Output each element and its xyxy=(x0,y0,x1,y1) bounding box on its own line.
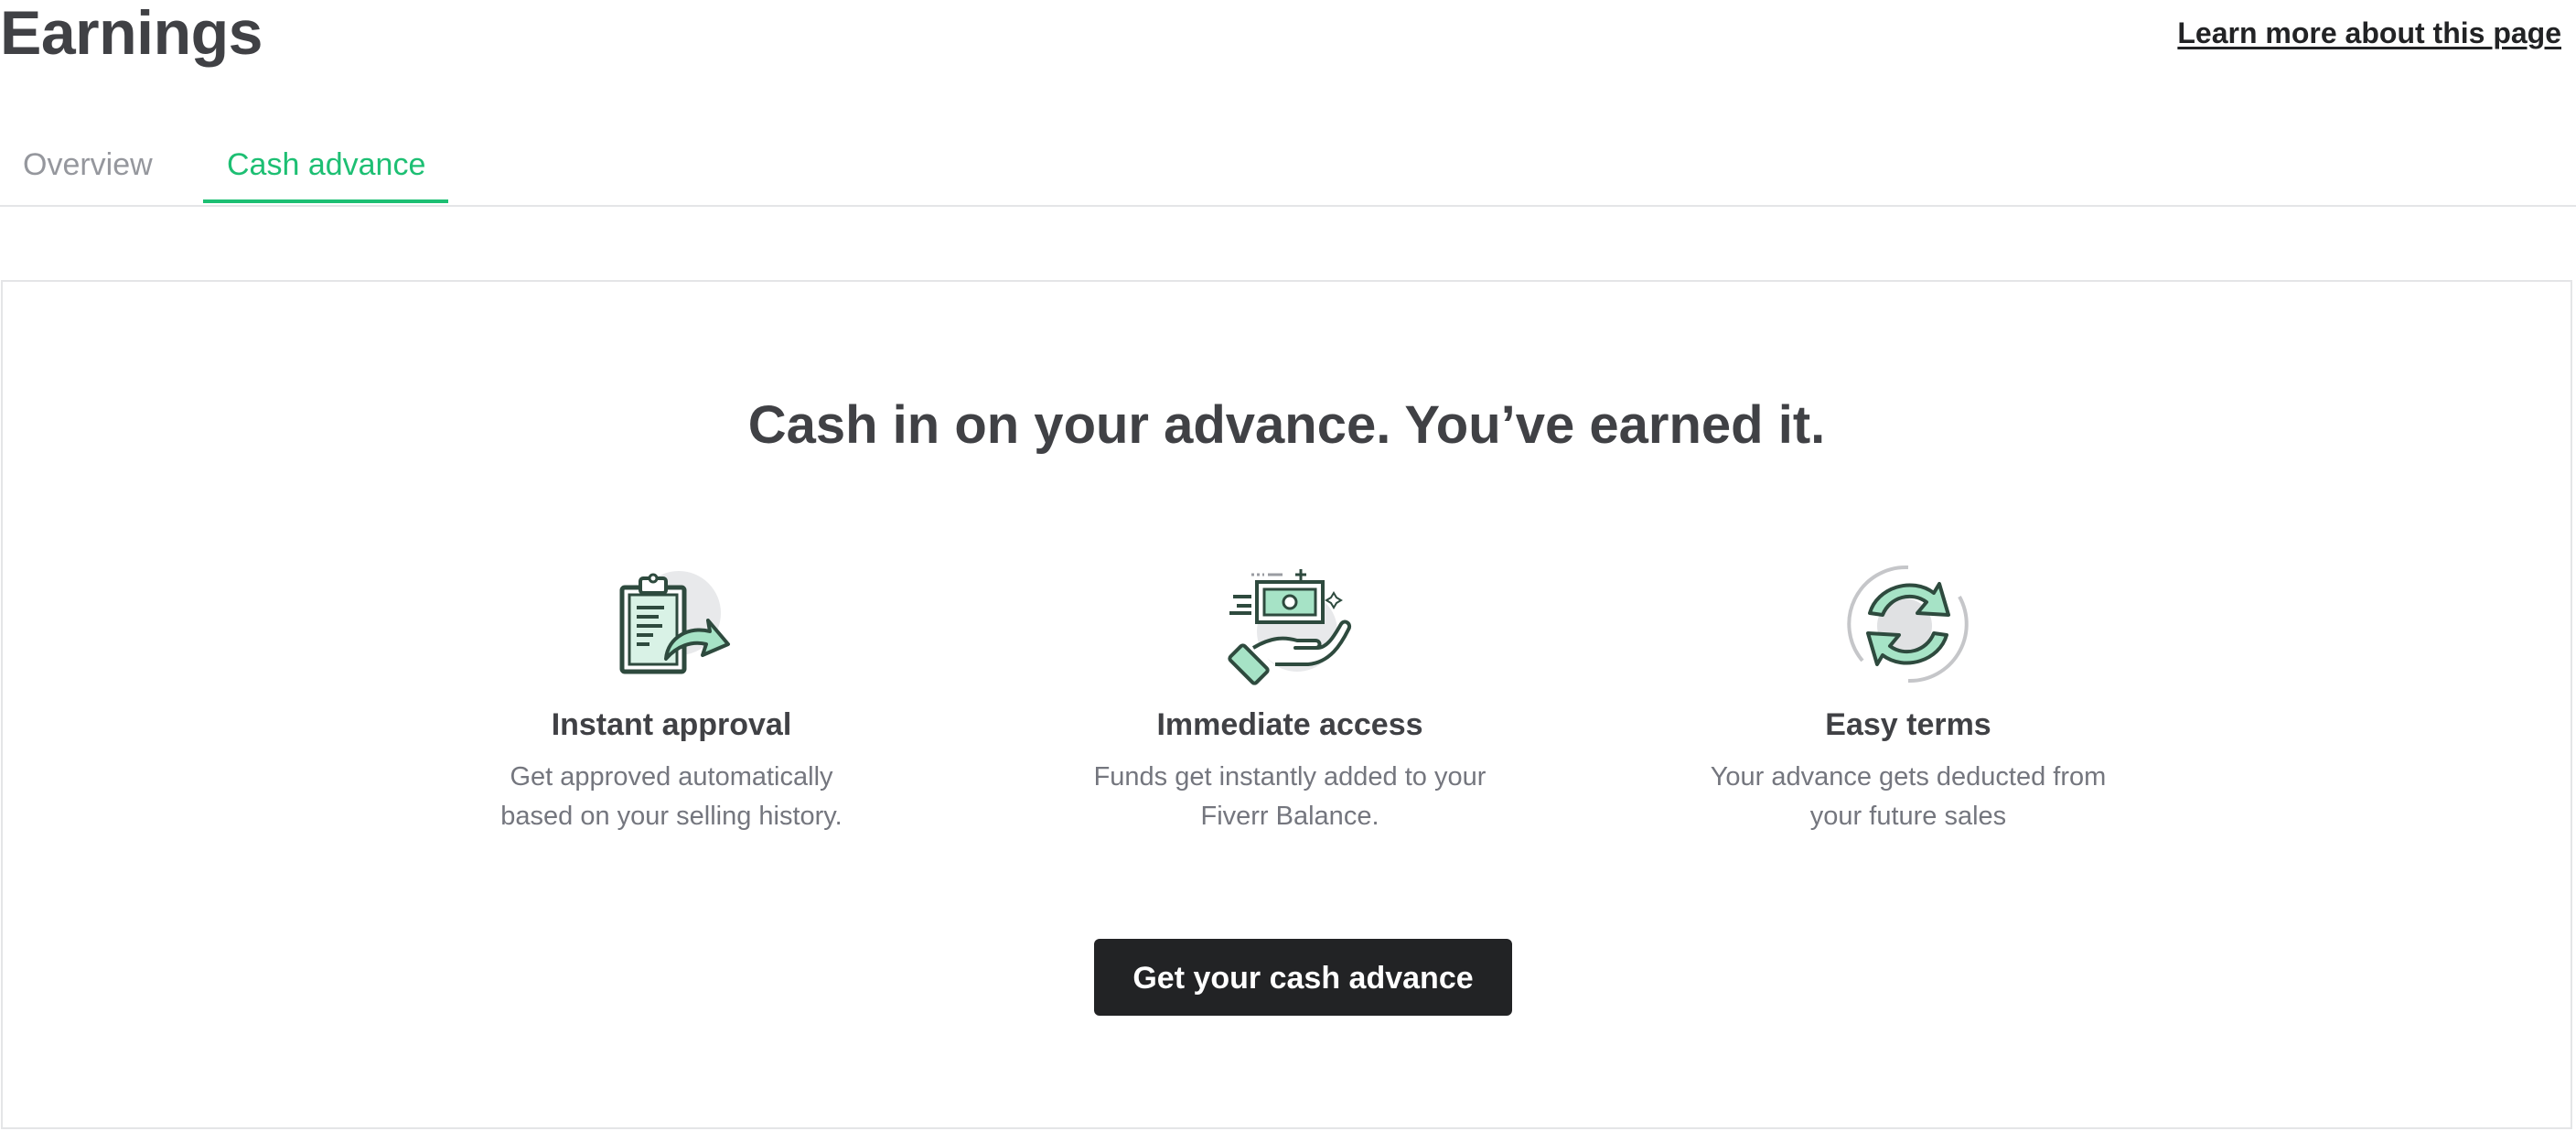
refresh-cycle-icon xyxy=(1844,560,1972,688)
get-cash-advance-button[interactable]: Get your cash advance xyxy=(1094,939,1512,1016)
tab-bar: Overview Cash advance xyxy=(0,128,2576,207)
hand-cash-icon xyxy=(1226,560,1354,688)
feature-immediate-access: Immediate access Funds get instantly add… xyxy=(1052,560,1528,836)
feature-title: Instant approval xyxy=(551,707,792,742)
feature-title: Easy terms xyxy=(1825,707,1991,742)
cash-advance-panel: Cash in on your advance. You’ve earned i… xyxy=(1,280,2572,1129)
feature-description: Get approved automatically based on your… xyxy=(500,762,843,831)
page-title: Earnings xyxy=(0,0,263,68)
panel-headline: Cash in on your advance. You’ve earned i… xyxy=(747,395,1826,455)
tab-overview[interactable]: Overview xyxy=(23,145,153,185)
feature-title: Immediate access xyxy=(1156,707,1423,742)
learn-more-link[interactable]: Learn more about this page xyxy=(2177,15,2561,51)
feature-description: Funds get instantly added to your Fiverr… xyxy=(1093,762,1487,831)
tab-cash-advance[interactable]: Cash advance xyxy=(203,128,448,203)
feature-easy-terms: Easy terms Your advance gets deducted fr… xyxy=(1670,560,2146,836)
feature-instant-approval: Instant approval Get approved automatica… xyxy=(434,560,909,836)
clipboard-arrow-icon xyxy=(607,560,735,688)
feature-description: Your advance gets deducted from your fut… xyxy=(1710,762,2107,831)
